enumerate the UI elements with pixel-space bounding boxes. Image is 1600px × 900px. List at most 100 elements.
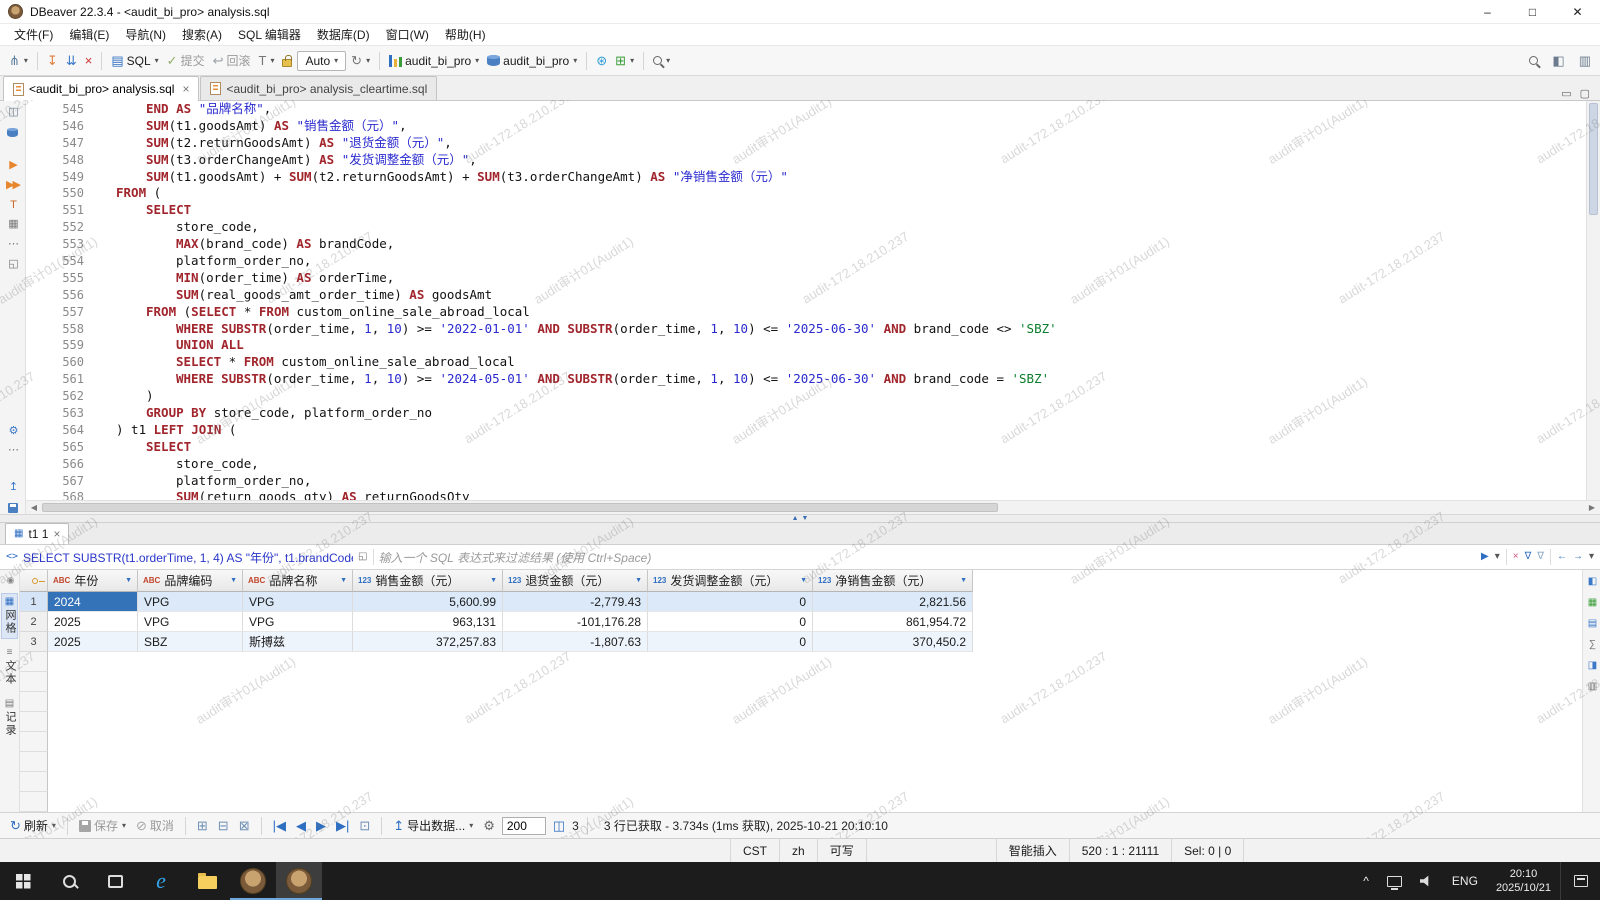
prev-page-icon[interactable]: ◀ [293, 817, 309, 834]
sql-editor-button[interactable]: ▤ SQL ▾ [108, 52, 161, 70]
grid-cell[interactable]: -2,779.43 [503, 592, 648, 612]
network-tray-icon[interactable] [1378, 862, 1411, 900]
more-actions-icon[interactable]: ⋯ [4, 238, 22, 251]
column-header[interactable]: 123 净销售金额（元） ▼ [813, 570, 973, 592]
grid-cell[interactable]: 370,450.2 [813, 632, 973, 652]
refresh-button[interactable]: ↻ 刷新 ▾ [7, 815, 59, 836]
grid-cell[interactable]: 0 [648, 632, 813, 652]
rollback-button[interactable]: ↩ 回滚 [210, 50, 254, 71]
panel-layout-icon[interactable]: ▥ [1583, 679, 1600, 694]
grid-settings-icon[interactable]: ⚙ [480, 817, 498, 834]
ie-browser-button[interactable]: e [138, 862, 184, 900]
menu-item[interactable]: 数据库(D) [309, 24, 378, 45]
column-filter-arrow-icon[interactable]: ▼ [800, 577, 807, 584]
filter-funnel-icon[interactable]: ∇ [1525, 552, 1532, 562]
dropdown-arrow-icon[interactable]: ▾ [122, 821, 126, 830]
dropdown-arrow-icon[interactable]: ▾ [270, 56, 274, 65]
restore-editor-icon[interactable]: ▢ [1580, 89, 1590, 100]
language-indicator[interactable]: ENG [1443, 862, 1487, 900]
dropdown-arrow-icon[interactable]: ▾ [155, 56, 159, 65]
column-header[interactable]: ABC 品牌名称 ▼ [243, 570, 353, 592]
row-number[interactable]: 2 [20, 612, 48, 632]
grid-cell[interactable]: 372,257.83 [353, 632, 503, 652]
menu-item[interactable]: 导航(N) [117, 24, 174, 45]
task-view-button[interactable] [92, 862, 138, 900]
close-button[interactable]: ✕ [1555, 0, 1600, 23]
grid-cell[interactable]: -1,807.63 [503, 632, 648, 652]
column-filter-arrow-icon[interactable]: ▼ [230, 577, 237, 584]
grid-cell[interactable]: 0 [648, 612, 813, 632]
grid-cell[interactable]: SBZ [138, 632, 243, 652]
status-segment[interactable]: 可写 [816, 839, 866, 862]
filter-input[interactable]: 输入一个 SQL 表达式来过滤结果 (使用 Ctrl+Space) [379, 549, 1476, 566]
commit-button[interactable]: ✓ 提交 [164, 50, 208, 71]
menu-item[interactable]: SQL 编辑器 [230, 24, 309, 45]
close-results-tab-icon[interactable]: × [53, 527, 60, 541]
query-history-icon[interactable]: ↻ ▾ [348, 52, 373, 69]
first-page-icon[interactable]: |◀ [270, 817, 289, 834]
history-forward-icon[interactable]: → [1573, 552, 1583, 562]
row-number[interactable]: 3 [20, 632, 48, 652]
status-segment[interactable]: zh [779, 839, 817, 862]
save-file-icon[interactable] [4, 501, 22, 514]
search-icon[interactable]: ▾ [650, 54, 673, 67]
grid-cell[interactable]: 2025 [48, 632, 138, 652]
connection-select[interactable]: audit_bi_pro ▾ [386, 52, 482, 70]
scroll-left-icon[interactable]: ◀ [26, 503, 42, 512]
expand-filter-icon[interactable]: ◱ [358, 552, 367, 562]
database-select[interactable]: audit_bi_pro ▾ [484, 52, 580, 70]
row-header-corner[interactable] [20, 570, 48, 592]
fetch-down-icon[interactable]: ⇊ [63, 52, 80, 69]
menu-item[interactable]: 文件(F) [6, 24, 61, 45]
scrollbar-thumb[interactable] [1589, 103, 1598, 215]
menu-item[interactable]: 搜索(A) [174, 24, 230, 45]
edit-delete-row-icon[interactable]: ⊠ [236, 817, 253, 834]
panel-maximize-icon[interactable]: ◧ [1583, 574, 1600, 589]
expand-editor-icon[interactable]: ◱ [4, 258, 22, 271]
filter-query-text[interactable]: SELECT SUBSTR(t1.orderTime, 1, 4) AS "年份… [23, 549, 353, 566]
sql-editor[interactable]: END AS "品牌名称", SUM(t1.goodsAmt) AS "销售金额（… [96, 101, 1586, 500]
filter-save-icon[interactable]: ∇ [1537, 552, 1544, 562]
panel-settings-icon[interactable]: ▥ [1576, 52, 1594, 69]
grid-result-icon[interactable]: ▦ [4, 218, 22, 231]
next-page-icon[interactable]: ▶ [313, 817, 329, 834]
history-dropdown-icon[interactable]: ▾ [1589, 552, 1594, 562]
editor-vertical-scrollbar[interactable] [1586, 101, 1600, 500]
file-explorer-button[interactable] [184, 862, 230, 900]
pin-editor-icon[interactable]: ↧ [44, 52, 61, 69]
scroll-right-icon[interactable]: ▶ [1584, 503, 1600, 512]
results-tab[interactable]: ▦ t1 1 × [5, 523, 70, 544]
dropdown-arrow-icon[interactable]: ▾ [52, 821, 56, 830]
column-filter-arrow-icon[interactable]: ▼ [960, 577, 967, 584]
grid-cell[interactable]: VPG [138, 612, 243, 632]
column-header[interactable]: 123 销售金额（元） ▼ [353, 570, 503, 592]
column-filter-arrow-icon[interactable]: ▼ [635, 577, 642, 584]
scrollbar-thumb[interactable] [42, 503, 999, 512]
minimize-button[interactable]: – [1465, 0, 1510, 23]
grid-cell[interactable]: 斯搏兹 [243, 632, 353, 652]
edit-duplicate-row-icon[interactable]: ⊟ [215, 817, 232, 834]
dropdown-arrow-icon[interactable]: ▾ [475, 56, 479, 65]
pin-results-icon[interactable]: ◉ [1, 573, 19, 588]
panel-metadata-icon[interactable]: ▤ [1583, 616, 1600, 631]
collapse-up-icon[interactable]: ▲ [792, 515, 799, 522]
column-header[interactable]: 123 退货金额（元） ▼ [503, 570, 648, 592]
menu-item[interactable]: 帮助(H) [437, 24, 494, 45]
panel-grid-icon[interactable]: ▦ [1583, 595, 1600, 610]
column-header[interactable]: ABC 年份 ▼ [48, 570, 138, 592]
grid-cell[interactable]: 5,600.99 [353, 592, 503, 612]
execute-statement-icon[interactable]: ▶ [4, 159, 22, 172]
history-back-icon[interactable]: ← [1557, 552, 1567, 562]
explain-plan-icon[interactable]: T [4, 199, 22, 212]
grid-cell[interactable]: -101,176.28 [503, 612, 648, 632]
search-button[interactable] [46, 862, 92, 900]
dropdown-arrow-icon[interactable]: ▾ [334, 56, 338, 65]
menu-item[interactable]: 编辑(E) [61, 24, 117, 45]
grid-cell[interactable]: 2025 [48, 612, 138, 632]
export-data-button[interactable]: ↥ 导出数据... ▾ [390, 815, 476, 836]
status-segment[interactable]: Sel: 0 | 0 [1171, 839, 1243, 862]
status-segment[interactable]: CST [730, 839, 779, 862]
grid-cell[interactable]: 0 [648, 592, 813, 612]
menu-item[interactable]: 窗口(W) [378, 24, 437, 45]
filter-dropdown-icon[interactable]: ▾ [1495, 552, 1500, 562]
